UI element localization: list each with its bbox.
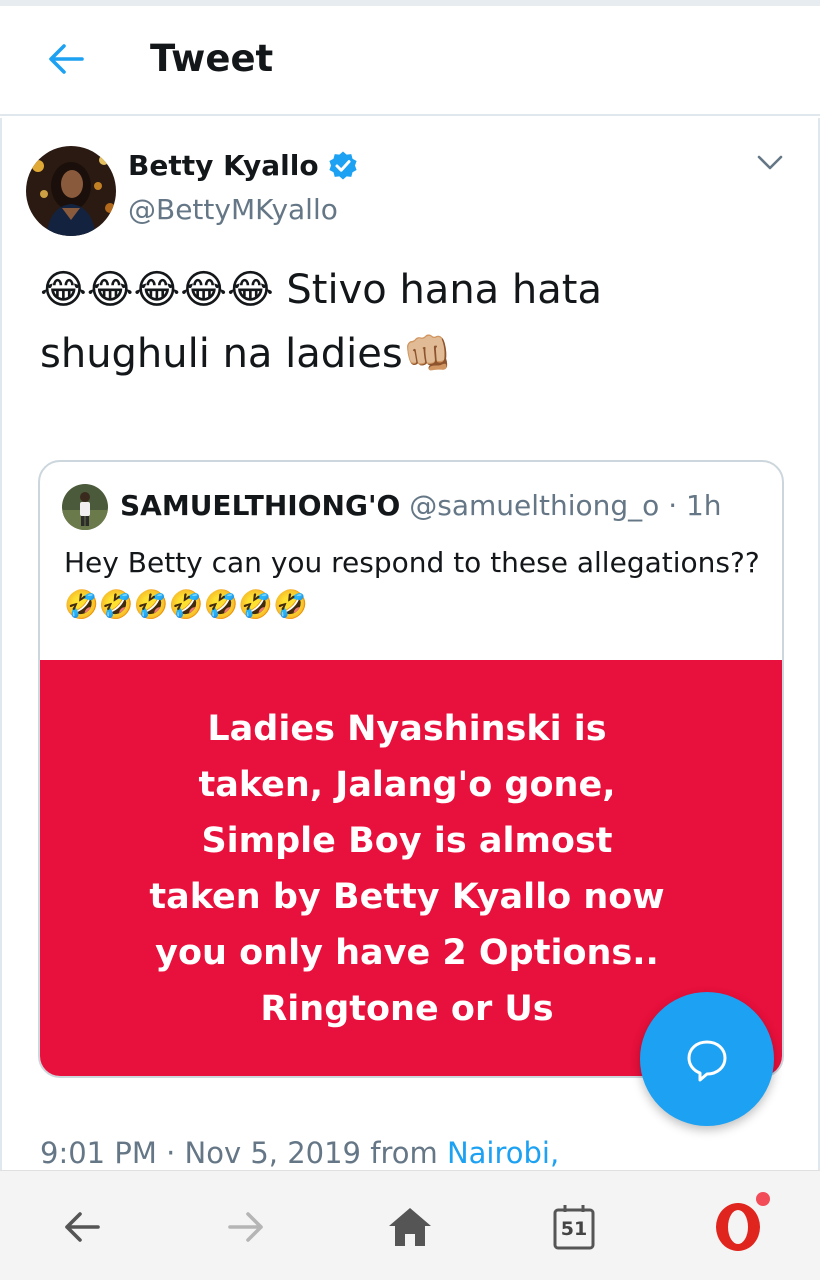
quoted-image-text: Ladies Nyashinski is taken, Jalang'o gon…	[149, 709, 665, 1029]
home-icon	[389, 1208, 431, 1246]
app-header: Tweet	[0, 6, 820, 116]
opera-logo-icon	[716, 1203, 760, 1251]
author-handle[interactable]: @BettyMKyallo	[128, 192, 338, 228]
browser-forward-button[interactable]	[218, 1199, 274, 1255]
timestamp-text: 9:01 PM · Nov 5, 2019 from	[40, 1136, 438, 1170]
author-name[interactable]: Betty Kyallo	[128, 148, 359, 184]
tabs-icon: 51	[553, 1204, 595, 1250]
back-arrow-icon	[49, 44, 84, 74]
page-title: Tweet	[150, 37, 274, 80]
tweet-timestamp: 9:01 PM · Nov 5, 2019 from Nairobi,	[40, 1133, 559, 1170]
quoted-text: Hey Betty can you respond to these alleg…	[64, 546, 760, 621]
tab-count: 51	[560, 1218, 588, 1240]
verified-badge-icon	[327, 150, 359, 182]
browser-back-icon	[65, 1212, 100, 1242]
quoted-author-avatar	[62, 484, 108, 530]
quoted-tweet[interactable]: SAMUELTHIONG'O @samuelthiong_o · 1h Hey …	[38, 460, 784, 1078]
location-link[interactable]: Nairobi,	[447, 1136, 559, 1170]
back-button[interactable]	[40, 36, 92, 82]
quoted-handle-time: @samuelthiong_o · 1h	[409, 489, 722, 522]
opera-menu-button[interactable]	[708, 1197, 768, 1257]
quoted-author-name: SAMUELTHIONG'O	[120, 489, 401, 522]
browser-forward-icon	[228, 1212, 263, 1242]
author-avatar[interactable]	[26, 146, 116, 236]
tweet-options-button[interactable]	[750, 148, 790, 178]
browser-back-button[interactable]	[54, 1199, 110, 1255]
notification-dot	[756, 1192, 770, 1206]
browser-bottom-bar: 51	[0, 1170, 820, 1280]
compose-reply-button[interactable]	[640, 992, 774, 1126]
home-button[interactable]	[382, 1199, 438, 1255]
tabs-button[interactable]: 51	[546, 1199, 602, 1255]
chevron-down-icon	[757, 155, 783, 170]
author-name-text: Betty Kyallo	[128, 149, 319, 182]
quoted-header: SAMUELTHIONG'O @samuelthiong_o · 1h	[120, 486, 722, 526]
tweet-text: 😂😂😂😂😂 Stivo hana hata shughuli na ladies…	[40, 267, 602, 377]
compose-reply-icon	[687, 1040, 727, 1082]
